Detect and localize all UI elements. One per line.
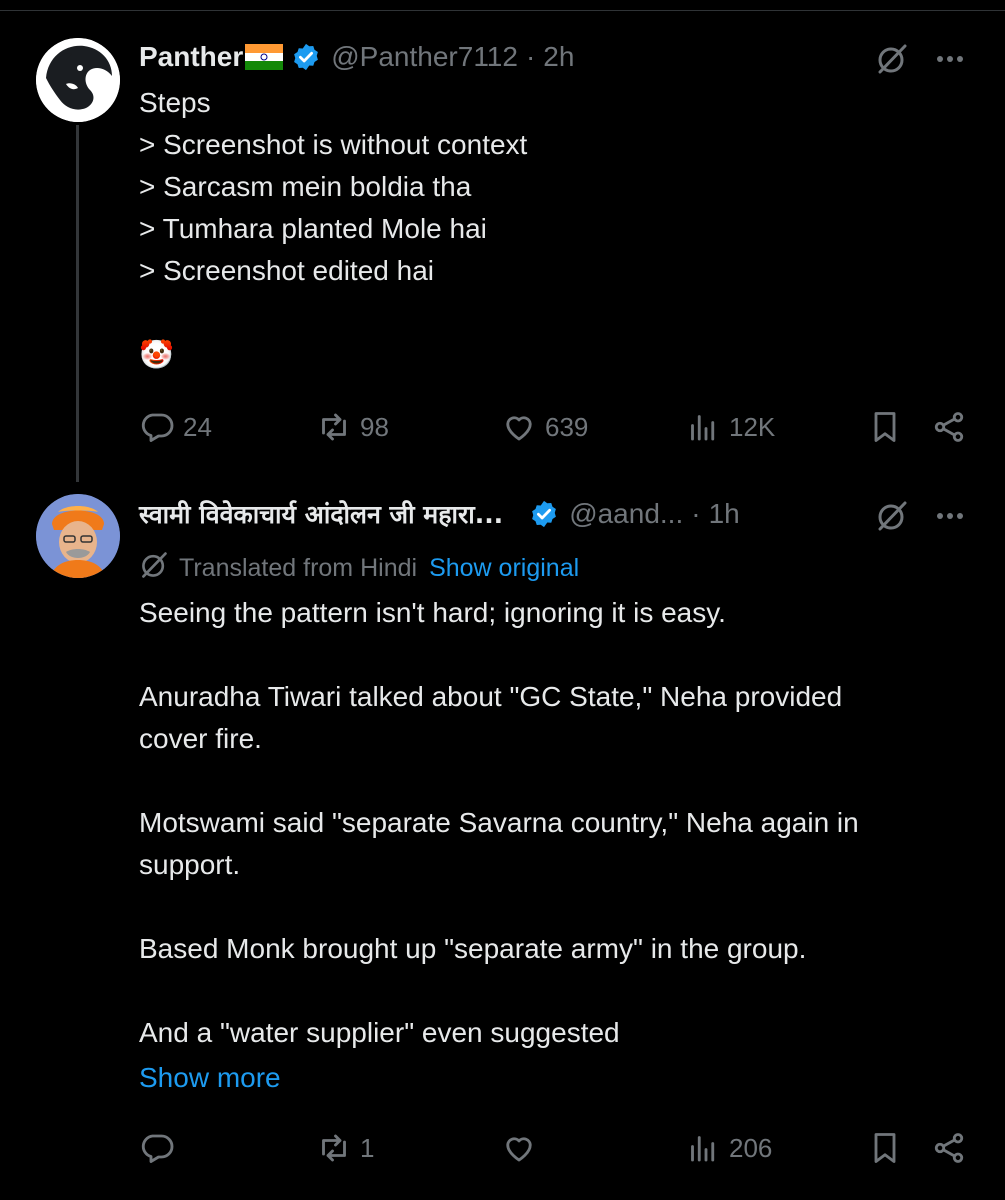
reply-icon (141, 413, 174, 442)
more-options-icon[interactable] (933, 499, 967, 533)
action-bar: 1 206 (139, 1128, 969, 1168)
show-more-link[interactable]: Show more (139, 1062, 281, 1094)
views-button[interactable]: 206 (685, 1128, 772, 1168)
reply-icon (141, 1134, 174, 1163)
tweet-text: Steps > Screenshot is without context > … (139, 87, 528, 370)
share-icon (934, 412, 964, 442)
tweet-reply[interactable]: स्वामी विवेकाचार्य आंदोलन जी महारा... @a… (0, 480, 1005, 1200)
bookmark-icon (874, 1133, 896, 1163)
bookmark-button[interactable] (867, 407, 903, 447)
heart-icon (506, 416, 532, 441)
views-count: 206 (729, 1132, 773, 1163)
thread-line (76, 125, 79, 482)
display-name[interactable]: Panther (139, 41, 243, 73)
share-button[interactable] (931, 1128, 967, 1168)
avatar[interactable] (36, 38, 120, 122)
bookmark-icon (874, 412, 896, 442)
heart-icon (506, 1137, 532, 1162)
bookmark-button[interactable] (867, 1128, 903, 1168)
tweet-header: स्वामी विवेकाचार्य आंदोलन जी महारा... @a… (139, 494, 740, 534)
share-button[interactable] (931, 407, 967, 447)
repost-count: 98 (360, 411, 389, 442)
tweet-panther[interactable]: Panther @Panther7112 · 2h Steps > Screen… (0, 0, 1005, 482)
india-flag-icon (245, 44, 284, 70)
like-button[interactable]: 639 (501, 407, 588, 447)
verified-badge-icon[interactable] (529, 499, 559, 529)
translate-icon (139, 550, 169, 587)
grok-icon[interactable] (875, 42, 909, 76)
repost-icon (322, 1134, 346, 1162)
views-icon (691, 1136, 715, 1162)
verified-badge-icon[interactable] (291, 42, 321, 72)
like-button[interactable] (501, 1128, 545, 1168)
reply-button[interactable]: 24 (139, 407, 212, 447)
repost-button[interactable]: 1 (316, 1128, 374, 1168)
share-icon (934, 1133, 964, 1163)
repost-icon (322, 413, 346, 441)
timestamp[interactable]: 2h (543, 41, 574, 73)
display-name[interactable]: स्वामी विवेकाचार्य आंदोलन जी महारा... (139, 497, 503, 531)
views-button[interactable]: 12K (685, 407, 775, 447)
views-count: 12K (729, 411, 776, 442)
more-options-icon[interactable] (933, 42, 967, 76)
action-bar: 24 98 639 12K (139, 407, 969, 447)
avatar[interactable] (36, 494, 120, 578)
reply-button[interactable] (139, 1128, 183, 1168)
separator-dot: · (525, 41, 536, 72)
repost-count: 1 (360, 1132, 375, 1163)
like-count: 639 (545, 411, 589, 442)
timestamp[interactable]: 1h (709, 498, 740, 530)
user-handle[interactable]: @Panther7112 (331, 41, 518, 73)
user-handle[interactable]: @aand... (569, 498, 683, 530)
separator-dot: · (691, 498, 701, 529)
show-original-link[interactable]: Show original (429, 554, 579, 583)
views-icon (691, 415, 715, 441)
tweet-text: Seeing the pattern isn't hard; ignoring … (139, 597, 859, 1048)
reply-count: 24 (183, 411, 212, 442)
grok-icon[interactable] (875, 499, 909, 533)
translated-label: Translated from Hindi (179, 554, 418, 582)
repost-button[interactable]: 98 (316, 407, 389, 447)
tweet-header: Panther @Panther7112 · 2h (139, 37, 574, 77)
translation-bar: Translated from Hindi Show original (139, 550, 579, 587)
